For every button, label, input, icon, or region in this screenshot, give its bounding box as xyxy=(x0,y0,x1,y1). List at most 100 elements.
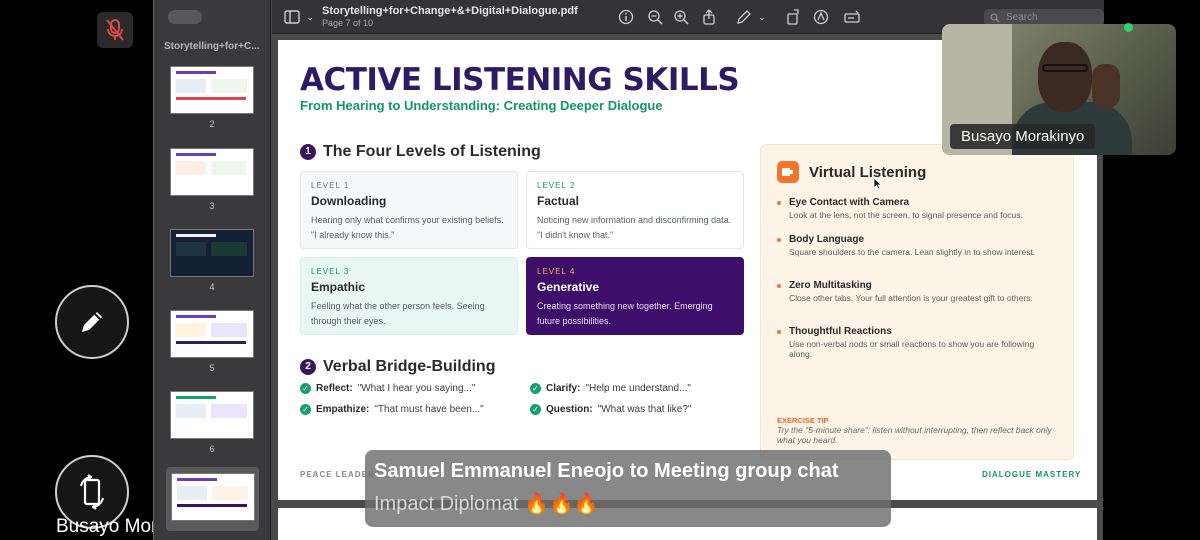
info-icon[interactable] xyxy=(618,9,634,25)
thumbnail-image xyxy=(170,391,254,439)
rotate-device-icon xyxy=(80,474,104,510)
thumbnail-page-5[interactable]: 5 xyxy=(164,310,260,373)
level-name: Generative xyxy=(537,280,600,294)
level-number: LEVEL 2 xyxy=(537,181,576,190)
chevron-down-icon[interactable]: ⌄ xyxy=(754,9,770,25)
level-name: Downloading xyxy=(311,194,387,208)
tip-item: Body Language Square shoulders to the ca… xyxy=(777,234,1057,257)
exercise-label: EXERCISE TIP xyxy=(777,416,829,425)
check-icon: ✓ xyxy=(300,383,311,394)
bridge-item: ✓ Reflect: "What I hear you saying..." xyxy=(300,383,475,394)
bullet xyxy=(777,330,781,334)
document-name: Storytelling+for+Change+&+Digital+Dialog… xyxy=(322,5,578,17)
thumbnail-page-4[interactable]: 4 xyxy=(164,229,260,292)
check-icon: ✓ xyxy=(530,383,541,394)
slide-subtitle: From Hearing to Understanding: Creating … xyxy=(300,98,663,113)
sidebar-toggle[interactable] xyxy=(168,10,202,24)
video-person xyxy=(1042,64,1088,72)
tip-title: Eye Contact with Camera xyxy=(789,197,910,208)
bullet xyxy=(777,238,781,242)
level-name: Factual xyxy=(537,194,580,208)
level-card-4: LEVEL 4 Generative Creating something ne… xyxy=(526,257,744,335)
annotate-button[interactable] xyxy=(55,285,129,359)
chevron-down-icon[interactable]: ⌄ xyxy=(302,9,318,25)
level-card-3: LEVEL 3 Empathic Feeling what the other … xyxy=(300,257,518,335)
bullet xyxy=(777,201,781,205)
bridge-label: Question: xyxy=(546,404,593,415)
sidebar-icon[interactable] xyxy=(284,9,300,25)
bridge-text: "That must have been..." xyxy=(374,404,484,415)
participant-name: Busayo Morakinyo xyxy=(950,124,1096,149)
search-placeholder: Search xyxy=(1006,12,1038,23)
meeting-screen: Busayo Morakinyo's sc Storytelling+for+C… xyxy=(0,0,1200,540)
thumbnail-sidebar: Storytelling+for+C... 2 3 4 5 6 xyxy=(154,0,271,540)
chat-notification[interactable]: Samuel Emmanuel Eneojo to Meeting group … xyxy=(365,450,891,527)
video-person xyxy=(1038,42,1092,112)
form-fill-icon[interactable] xyxy=(844,9,860,25)
bridge-item: ✓ Empathize: "That must have been..." xyxy=(300,404,484,415)
exercise-text: Try the "5-minute share": listen without… xyxy=(777,425,1052,445)
mute-button[interactable] xyxy=(97,12,133,48)
thumbnail-page-7-selected[interactable] xyxy=(166,467,259,531)
rotate-icon[interactable] xyxy=(785,9,801,25)
panel-title: Virtual Listening xyxy=(809,164,927,181)
tip-title: Thoughtful Reactions xyxy=(789,326,892,337)
thumbnail-number: 6 xyxy=(209,444,215,454)
thumbnail-image xyxy=(170,473,255,521)
section-number: 1 xyxy=(300,144,316,160)
thumbnail-number: 2 xyxy=(209,119,215,129)
page-indicator: Page 7 of 10 xyxy=(322,18,374,28)
pencil-icon xyxy=(82,312,102,332)
level-number: LEVEL 3 xyxy=(311,267,350,276)
zoom-in-icon[interactable] xyxy=(673,9,689,25)
bridge-text: "What was that like?" xyxy=(597,404,692,415)
bridge-text: "What I hear you saying..." xyxy=(357,383,476,394)
virtual-listening-panel: Virtual Listening Eye Contact with Camer… xyxy=(760,144,1074,460)
level-number: LEVEL 1 xyxy=(311,181,350,190)
check-icon: ✓ xyxy=(300,404,311,415)
bridge-label: Empathize: xyxy=(316,404,370,415)
video-person xyxy=(1092,64,1120,108)
zoom-out-icon[interactable] xyxy=(647,9,663,25)
check-icon: ✓ xyxy=(530,404,541,415)
tip-title: Body Language xyxy=(789,234,865,245)
tip-description: Look at the lens, not the screen, to sig… xyxy=(789,210,1023,220)
document-title-area: Storytelling+for+Change+&+Digital+Dialog… xyxy=(322,5,578,28)
bridge-item: ✓ Question: "What was that like?" xyxy=(530,404,691,415)
thumbnail-image xyxy=(170,148,254,196)
thumbnail-number: 3 xyxy=(209,201,215,211)
thumbnail-page-6[interactable]: 6 xyxy=(164,391,260,454)
chat-message: Impact Diplomat 🔥🔥🔥 xyxy=(374,493,599,515)
thumbnail-image xyxy=(170,66,254,114)
level-description: Hearing only what confirms your existing… xyxy=(311,215,504,240)
level-card-1: LEVEL 1 Downloading Hearing only what co… xyxy=(300,171,518,249)
section-number: 2 xyxy=(300,359,316,375)
highlight-icon[interactable] xyxy=(813,9,829,25)
bullet xyxy=(777,284,781,288)
level-description: Noticing new information and disconfirmi… xyxy=(537,215,732,240)
mic-off-icon xyxy=(106,19,124,41)
thumbnail-image xyxy=(170,229,254,277)
thumbnail-page-2[interactable]: 2 xyxy=(164,66,260,129)
level-number: LEVEL 4 xyxy=(537,267,576,276)
thumbnail-number: 4 xyxy=(209,282,215,292)
share-icon[interactable] xyxy=(701,9,717,25)
level-name: Empathic xyxy=(311,280,366,294)
sidebar-title: Storytelling+for+C... xyxy=(164,41,260,52)
chat-sender: Samuel Emmanuel Eneojo to Meeting group … xyxy=(374,460,839,482)
speaking-indicator xyxy=(1124,23,1133,32)
tip-item: Zero Multitasking Close other tabs. Your… xyxy=(777,280,1057,303)
level-description: Creating something new together. Emergin… xyxy=(537,301,713,326)
slide-title: ACTIVE LISTENING SKILLS xyxy=(300,62,740,98)
thumbnail-number: 5 xyxy=(209,363,215,373)
bridge-label: Reflect: xyxy=(316,383,353,394)
thumbnail-page-3[interactable]: 3 xyxy=(164,148,260,211)
section-title: Verbal Bridge-Building xyxy=(323,358,496,375)
level-description: Feeling what the other person feels. See… xyxy=(311,301,485,326)
tip-description: Square shoulders to the camera. Lean sli… xyxy=(789,247,1036,257)
search-icon xyxy=(990,13,1000,23)
tip-description: Use non-verbal nods or small reactions t… xyxy=(789,339,1035,359)
section-title: The Four Levels of Listening xyxy=(323,143,541,160)
markup-pen-icon[interactable] xyxy=(736,9,752,25)
section-heading-levels: 1 The Four Levels of Listening xyxy=(300,143,541,161)
